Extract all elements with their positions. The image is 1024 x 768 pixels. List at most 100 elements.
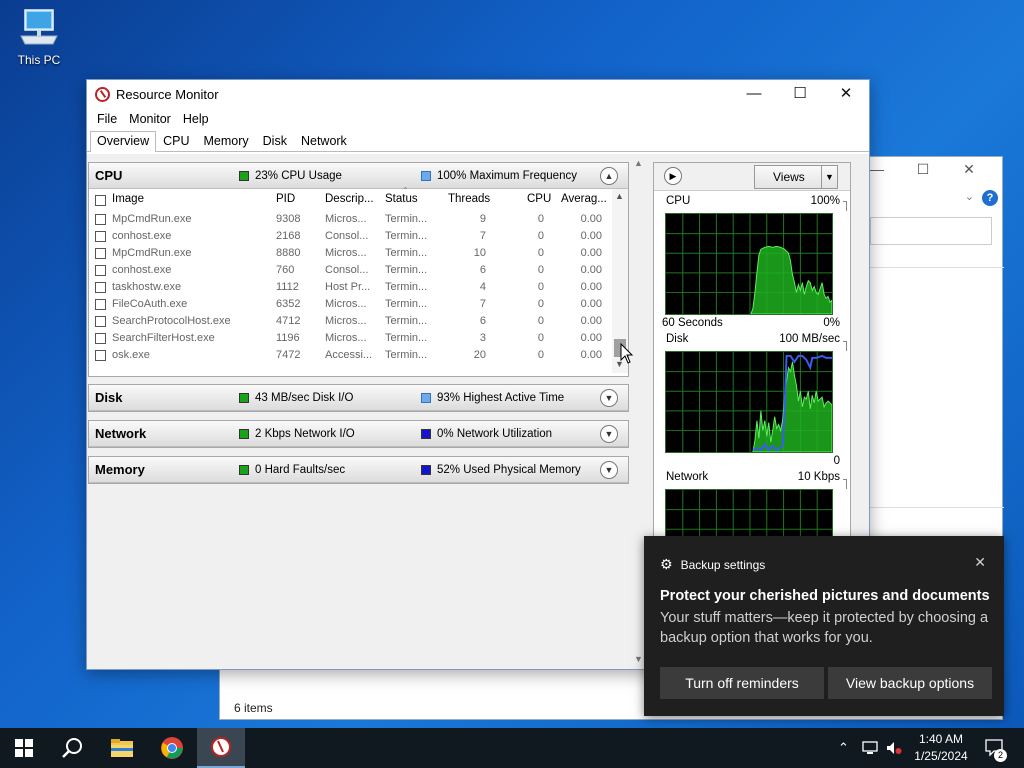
volume-muted-icon[interactable] <box>886 728 902 768</box>
search-button[interactable] <box>48 728 96 768</box>
expand-icon[interactable]: ▼ <box>600 389 618 407</box>
cell-pid: 1112 <box>276 281 299 293</box>
row-checkbox[interactable] <box>95 248 106 259</box>
view-backup-options-button[interactable]: View backup options <box>828 667 992 699</box>
table-row[interactable]: SearchFilterHost.exe 1196 Micros... Termin.… <box>89 330 628 347</box>
table-row[interactable]: MpCmdRun.exe 9308 Micros... Termin... 9 0 0.00 <box>89 211 628 228</box>
cell-cpu: 0 <box>537 230 544 242</box>
show-hidden-icons-icon[interactable]: ⌃ <box>838 728 849 768</box>
cell-status: Termin... <box>385 230 428 242</box>
resource-monitor-taskbar-button[interactable] <box>197 728 245 768</box>
backup-toast-notification[interactable]: ⚙ Backup settings ✕ Protect your cherish… <box>644 536 1004 716</box>
close-button[interactable]: ✕ <box>823 80 869 108</box>
divider <box>870 507 1004 508</box>
network-utilization-indicator: 0% Network Utilization <box>421 428 552 440</box>
col-threads[interactable]: Threads <box>448 193 490 205</box>
maximize-button[interactable]: ☐ <box>777 80 823 108</box>
table-row[interactable]: SearchProtocolHost.exe 4712 Micros... Termi… <box>89 313 628 330</box>
cpu-graph-label: CPU <box>666 195 691 207</box>
col-average[interactable]: Averag... <box>561 193 607 205</box>
close-icon[interactable]: ✕ <box>946 161 992 178</box>
expand-pane-icon[interactable]: ▶ <box>664 167 682 185</box>
cell-average: 0.00 <box>580 264 602 276</box>
table-row[interactable]: osk.exe 7472 Accessi... Termin... 20 0 0.00 <box>89 347 628 364</box>
row-checkbox[interactable] <box>95 265 106 276</box>
col-description[interactable]: Descrip... <box>325 193 374 205</box>
chrome-taskbar-button[interactable] <box>148 728 196 768</box>
scroll-down-icon[interactable]: ▼ <box>634 654 643 664</box>
col-image[interactable]: Image <box>112 193 144 205</box>
table-row[interactable]: conhost.exe 2168 Consol... Termin... 7 0 0.00 <box>89 228 628 245</box>
cell-description: Accessi... <box>325 349 373 361</box>
network-section-header[interactable]: Network 2 Kbps Network I/O 0% Network Ut… <box>89 421 628 447</box>
table-row[interactable]: FileCoAuth.exe 6352 Micros... Termin... 7 0 0.… <box>89 296 628 313</box>
system-clock[interactable]: 1:40 AM 1/25/2024 <box>906 731 976 765</box>
cpu-section-header[interactable]: CPU 23% CPU Usage 100% Maximum Frequency… <box>89 163 628 189</box>
title-bar[interactable]: Resource Monitor — ☐ ✕ <box>87 80 869 108</box>
cell-average: 0.00 <box>580 315 602 327</box>
cpu-table-body: MpCmdRun.exe 9308 Micros... Termin... 9 0 0.00… <box>89 211 628 364</box>
menu-file[interactable]: File <box>91 112 123 126</box>
tab-network[interactable]: Network <box>294 131 354 151</box>
tab-cpu[interactable]: CPU <box>156 131 196 151</box>
cpu-section: CPU 23% CPU Usage 100% Maximum Frequency… <box>88 162 629 377</box>
select-all-checkbox[interactable] <box>95 194 106 206</box>
cell-threads: 3 <box>479 332 486 344</box>
cell-pid: 7472 <box>276 349 301 361</box>
table-row[interactable]: conhost.exe 760 Consol... Termin... 6 0 0.00 <box>89 262 628 279</box>
cpu-frequency-indicator: 100% Maximum Frequency <box>421 170 577 182</box>
maximize-icon[interactable]: ☐ <box>900 161 946 178</box>
memory-section-header[interactable]: Memory 0 Hard Faults/sec 52% Used Physic… <box>89 457 628 483</box>
views-dropdown[interactable]: Views ▼ <box>754 165 838 189</box>
row-checkbox[interactable] <box>95 316 106 327</box>
minimize-button[interactable]: — <box>731 80 777 108</box>
cell-cpu: 0 <box>537 298 544 310</box>
sort-up-icon: ⌃ <box>402 186 409 195</box>
network-icon[interactable] <box>862 728 878 768</box>
tab-memory[interactable]: Memory <box>197 131 256 151</box>
row-checkbox[interactable] <box>95 333 106 344</box>
scroll-up-icon[interactable]: ▲ <box>615 191 624 201</box>
collapse-icon[interactable]: ▲ <box>600 167 618 185</box>
table-row[interactable]: taskhostw.exe 1112 Host Pr... Termin... 4 0 0.… <box>89 279 628 296</box>
chevron-down-icon[interactable]: ⌄ <box>965 190 974 203</box>
row-checkbox[interactable] <box>95 299 106 310</box>
cell-cpu: 0 <box>537 281 544 293</box>
expand-icon[interactable]: ▼ <box>600 461 618 479</box>
turn-off-reminders-button[interactable]: Turn off reminders <box>660 667 824 699</box>
search-box[interactable] <box>870 217 992 245</box>
cell-description: Micros... <box>325 213 367 225</box>
table-row[interactable]: MpCmdRun.exe 8880 Micros... Termin... 10 0 0.0… <box>89 245 628 262</box>
cell-status: Termin... <box>385 315 428 327</box>
action-center-button[interactable]: 2 <box>984 728 1007 768</box>
scroll-up-icon[interactable]: ▲ <box>634 158 643 168</box>
cpu-usage-graph <box>665 213 833 315</box>
search-icon <box>62 738 82 758</box>
expand-icon[interactable]: ▼ <box>600 425 618 443</box>
cpu-graph-max: 100% <box>810 195 840 207</box>
col-cpu[interactable]: CPU <box>527 193 551 205</box>
row-checkbox[interactable] <box>95 350 106 361</box>
row-checkbox[interactable] <box>95 231 106 242</box>
disk-section: Disk 43 MB/sec Disk I/O 93% Highest Acti… <box>88 384 629 412</box>
start-button[interactable] <box>0 728 48 768</box>
cell-description: Consol... <box>325 264 369 276</box>
tab-overview[interactable]: Overview <box>90 131 157 152</box>
menu-monitor[interactable]: Monitor <box>123 112 177 126</box>
col-pid[interactable]: PID <box>276 193 295 205</box>
cell-pid: 760 <box>276 264 295 276</box>
row-checkbox[interactable] <box>95 214 106 225</box>
file-explorer-taskbar-button[interactable] <box>98 728 146 768</box>
cell-average: 0.00 <box>580 281 602 293</box>
this-pc-desktop-icon[interactable]: This PC <box>10 8 68 67</box>
menu-help[interactable]: Help <box>177 112 215 126</box>
disk-section-header[interactable]: Disk 43 MB/sec Disk I/O 93% Highest Acti… <box>89 385 628 411</box>
cell-cpu: 0 <box>537 247 544 259</box>
tab-disk[interactable]: Disk <box>256 131 294 151</box>
dropdown-arrow-icon: ▼ <box>821 166 837 188</box>
cpu-graph-timespan: 60 Seconds <box>662 317 723 329</box>
row-checkbox[interactable] <box>95 282 106 293</box>
used-memory-indicator: 52% Used Physical Memory <box>421 464 581 476</box>
help-icon[interactable]: ? <box>982 190 998 206</box>
close-icon[interactable]: ✕ <box>974 554 986 571</box>
